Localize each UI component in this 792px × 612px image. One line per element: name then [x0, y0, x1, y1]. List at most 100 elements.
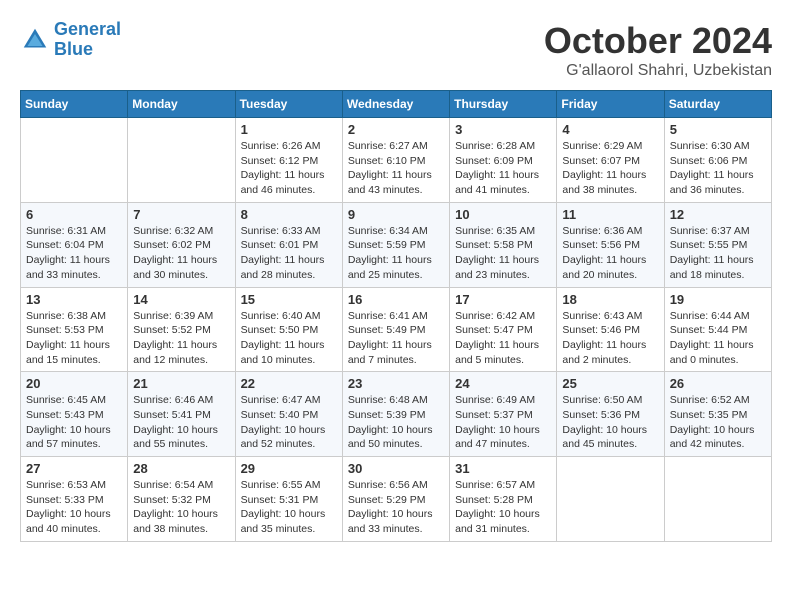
- calendar-week-1: 1 Sunrise: 6:26 AM Sunset: 6:12 PM Dayli…: [21, 118, 772, 203]
- calendar-cell: 21 Sunrise: 6:46 AM Sunset: 5:41 PM Dayl…: [128, 372, 235, 457]
- calendar-cell: 7 Sunrise: 6:32 AM Sunset: 6:02 PM Dayli…: [128, 202, 235, 287]
- day-info: Sunrise: 6:28 AM Sunset: 6:09 PM Dayligh…: [455, 139, 551, 198]
- day-info: Sunrise: 6:37 AM Sunset: 5:55 PM Dayligh…: [670, 224, 766, 283]
- calendar-cell: 11 Sunrise: 6:36 AM Sunset: 5:56 PM Dayl…: [557, 202, 664, 287]
- calendar-week-2: 6 Sunrise: 6:31 AM Sunset: 6:04 PM Dayli…: [21, 202, 772, 287]
- location: G'allaorol Shahri, Uzbekistan: [544, 62, 772, 80]
- day-info: Sunrise: 6:45 AM Sunset: 5:43 PM Dayligh…: [26, 393, 122, 452]
- day-info: Sunrise: 6:53 AM Sunset: 5:33 PM Dayligh…: [26, 478, 122, 537]
- day-number: 31: [455, 461, 551, 476]
- calendar-cell: 31 Sunrise: 6:57 AM Sunset: 5:28 PM Dayl…: [450, 457, 557, 542]
- calendar-cell: 23 Sunrise: 6:48 AM Sunset: 5:39 PM Dayl…: [342, 372, 449, 457]
- calendar-cell: 17 Sunrise: 6:42 AM Sunset: 5:47 PM Dayl…: [450, 287, 557, 372]
- day-number: 8: [241, 207, 337, 222]
- calendar-week-4: 20 Sunrise: 6:45 AM Sunset: 5:43 PM Dayl…: [21, 372, 772, 457]
- day-number: 14: [133, 292, 229, 307]
- day-number: 12: [670, 207, 766, 222]
- day-info: Sunrise: 6:33 AM Sunset: 6:01 PM Dayligh…: [241, 224, 337, 283]
- day-info: Sunrise: 6:27 AM Sunset: 6:10 PM Dayligh…: [348, 139, 444, 198]
- day-number: 9: [348, 207, 444, 222]
- day-number: 15: [241, 292, 337, 307]
- day-number: 4: [562, 122, 658, 137]
- calendar-cell: 27 Sunrise: 6:53 AM Sunset: 5:33 PM Dayl…: [21, 457, 128, 542]
- day-info: Sunrise: 6:31 AM Sunset: 6:04 PM Dayligh…: [26, 224, 122, 283]
- title-block: October 2024 G'allaorol Shahri, Uzbekist…: [544, 20, 772, 80]
- day-number: 26: [670, 376, 766, 391]
- day-info: Sunrise: 6:52 AM Sunset: 5:35 PM Dayligh…: [670, 393, 766, 452]
- calendar: SundayMondayTuesdayWednesdayThursdayFrid…: [20, 90, 772, 542]
- logo-text: General Blue: [54, 20, 121, 60]
- day-number: 18: [562, 292, 658, 307]
- calendar-cell: 6 Sunrise: 6:31 AM Sunset: 6:04 PM Dayli…: [21, 202, 128, 287]
- page-header: General Blue October 2024 G'allaorol Sha…: [20, 20, 772, 80]
- day-number: 3: [455, 122, 551, 137]
- day-info: Sunrise: 6:30 AM Sunset: 6:06 PM Dayligh…: [670, 139, 766, 198]
- calendar-cell: 14 Sunrise: 6:39 AM Sunset: 5:52 PM Dayl…: [128, 287, 235, 372]
- day-info: Sunrise: 6:36 AM Sunset: 5:56 PM Dayligh…: [562, 224, 658, 283]
- weekday-header-tuesday: Tuesday: [235, 91, 342, 118]
- day-number: 24: [455, 376, 551, 391]
- calendar-cell: 29 Sunrise: 6:55 AM Sunset: 5:31 PM Dayl…: [235, 457, 342, 542]
- day-number: 16: [348, 292, 444, 307]
- weekday-header-friday: Friday: [557, 91, 664, 118]
- day-number: 2: [348, 122, 444, 137]
- logo: General Blue: [20, 20, 121, 60]
- day-number: 1: [241, 122, 337, 137]
- day-number: 5: [670, 122, 766, 137]
- day-number: 27: [26, 461, 122, 476]
- calendar-cell: 12 Sunrise: 6:37 AM Sunset: 5:55 PM Dayl…: [664, 202, 771, 287]
- calendar-cell: 1 Sunrise: 6:26 AM Sunset: 6:12 PM Dayli…: [235, 118, 342, 203]
- day-info: Sunrise: 6:32 AM Sunset: 6:02 PM Dayligh…: [133, 224, 229, 283]
- day-info: Sunrise: 6:55 AM Sunset: 5:31 PM Dayligh…: [241, 478, 337, 537]
- day-number: 23: [348, 376, 444, 391]
- day-number: 29: [241, 461, 337, 476]
- day-number: 6: [26, 207, 122, 222]
- day-info: Sunrise: 6:56 AM Sunset: 5:29 PM Dayligh…: [348, 478, 444, 537]
- calendar-cell: 30 Sunrise: 6:56 AM Sunset: 5:29 PM Dayl…: [342, 457, 449, 542]
- calendar-cell: 16 Sunrise: 6:41 AM Sunset: 5:49 PM Dayl…: [342, 287, 449, 372]
- calendar-cell: 4 Sunrise: 6:29 AM Sunset: 6:07 PM Dayli…: [557, 118, 664, 203]
- day-number: 11: [562, 207, 658, 222]
- day-info: Sunrise: 6:38 AM Sunset: 5:53 PM Dayligh…: [26, 309, 122, 368]
- day-number: 7: [133, 207, 229, 222]
- day-info: Sunrise: 6:47 AM Sunset: 5:40 PM Dayligh…: [241, 393, 337, 452]
- day-number: 19: [670, 292, 766, 307]
- calendar-cell: 13 Sunrise: 6:38 AM Sunset: 5:53 PM Dayl…: [21, 287, 128, 372]
- day-number: 21: [133, 376, 229, 391]
- weekday-header-thursday: Thursday: [450, 91, 557, 118]
- weekday-header-sunday: Sunday: [21, 91, 128, 118]
- day-info: Sunrise: 6:35 AM Sunset: 5:58 PM Dayligh…: [455, 224, 551, 283]
- day-info: Sunrise: 6:39 AM Sunset: 5:52 PM Dayligh…: [133, 309, 229, 368]
- day-number: 10: [455, 207, 551, 222]
- calendar-cell: 25 Sunrise: 6:50 AM Sunset: 5:36 PM Dayl…: [557, 372, 664, 457]
- calendar-cell: 18 Sunrise: 6:43 AM Sunset: 5:46 PM Dayl…: [557, 287, 664, 372]
- day-number: 17: [455, 292, 551, 307]
- calendar-cell: 26 Sunrise: 6:52 AM Sunset: 5:35 PM Dayl…: [664, 372, 771, 457]
- day-info: Sunrise: 6:40 AM Sunset: 5:50 PM Dayligh…: [241, 309, 337, 368]
- month-title: October 2024: [544, 20, 772, 62]
- calendar-cell: 15 Sunrise: 6:40 AM Sunset: 5:50 PM Dayl…: [235, 287, 342, 372]
- calendar-cell: 10 Sunrise: 6:35 AM Sunset: 5:58 PM Dayl…: [450, 202, 557, 287]
- weekday-header-monday: Monday: [128, 91, 235, 118]
- day-info: Sunrise: 6:26 AM Sunset: 6:12 PM Dayligh…: [241, 139, 337, 198]
- day-info: Sunrise: 6:50 AM Sunset: 5:36 PM Dayligh…: [562, 393, 658, 452]
- day-number: 25: [562, 376, 658, 391]
- day-info: Sunrise: 6:44 AM Sunset: 5:44 PM Dayligh…: [670, 309, 766, 368]
- day-info: Sunrise: 6:42 AM Sunset: 5:47 PM Dayligh…: [455, 309, 551, 368]
- calendar-cell: [664, 457, 771, 542]
- calendar-cell: 24 Sunrise: 6:49 AM Sunset: 5:37 PM Dayl…: [450, 372, 557, 457]
- day-info: Sunrise: 6:34 AM Sunset: 5:59 PM Dayligh…: [348, 224, 444, 283]
- day-number: 22: [241, 376, 337, 391]
- day-info: Sunrise: 6:57 AM Sunset: 5:28 PM Dayligh…: [455, 478, 551, 537]
- weekday-header-saturday: Saturday: [664, 91, 771, 118]
- logo-icon: [20, 25, 50, 55]
- calendar-cell: 19 Sunrise: 6:44 AM Sunset: 5:44 PM Dayl…: [664, 287, 771, 372]
- day-info: Sunrise: 6:46 AM Sunset: 5:41 PM Dayligh…: [133, 393, 229, 452]
- day-number: 20: [26, 376, 122, 391]
- calendar-cell: 9 Sunrise: 6:34 AM Sunset: 5:59 PM Dayli…: [342, 202, 449, 287]
- day-info: Sunrise: 6:29 AM Sunset: 6:07 PM Dayligh…: [562, 139, 658, 198]
- calendar-cell: 28 Sunrise: 6:54 AM Sunset: 5:32 PM Dayl…: [128, 457, 235, 542]
- calendar-cell: 2 Sunrise: 6:27 AM Sunset: 6:10 PM Dayli…: [342, 118, 449, 203]
- day-number: 30: [348, 461, 444, 476]
- calendar-cell: 8 Sunrise: 6:33 AM Sunset: 6:01 PM Dayli…: [235, 202, 342, 287]
